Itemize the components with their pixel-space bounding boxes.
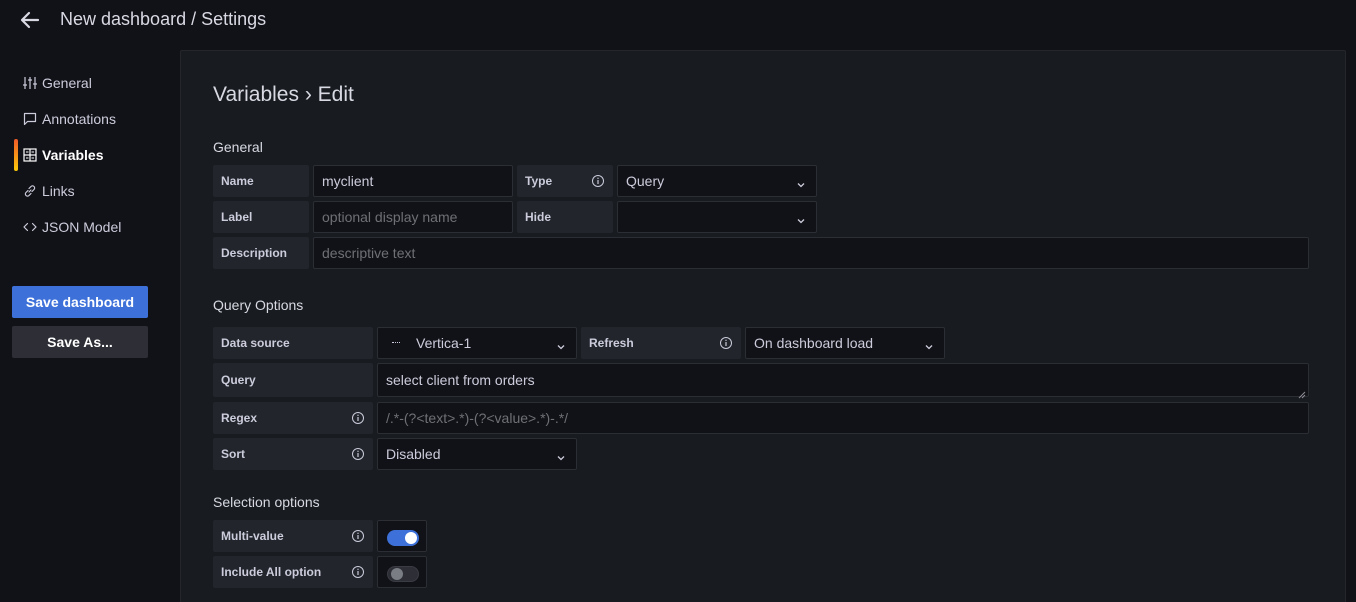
sidebar-item-label: JSON Model [42, 219, 122, 235]
include-all-label: Include All option [213, 556, 373, 588]
sidebar-item-variables[interactable]: Variables [14, 137, 154, 173]
sidebar-item-label: General [42, 75, 92, 91]
general-section-title: General [213, 139, 263, 155]
sort-select-value: Disabled [386, 446, 441, 462]
label-input[interactable]: optional display name [313, 201, 513, 233]
query-textarea[interactable]: select client from orders [377, 363, 1309, 399]
sidebar-item-json-model[interactable]: JSON Model [14, 209, 154, 245]
sidebar-item-label: Links [42, 183, 75, 199]
sort-label: Sort [213, 438, 373, 470]
info-icon[interactable] [351, 565, 365, 579]
chevron-down-icon [796, 177, 806, 188]
query-label: Query [213, 363, 373, 397]
multi-value-label: Multi-value [213, 520, 373, 552]
description-label: Description [213, 237, 309, 269]
datasource-select[interactable]: Vertica-1 [377, 327, 577, 359]
page-heading: Variables › Edit [213, 83, 354, 106]
refresh-select[interactable]: On dashboard load [745, 327, 945, 359]
sliders-icon [22, 75, 38, 91]
type-select-value: Query [626, 173, 665, 189]
selection-options-title: Selection options [213, 494, 320, 510]
back-arrow-icon[interactable] [18, 8, 42, 32]
sidebar-item-label: Variables [42, 147, 104, 163]
refresh-label-text: Refresh [589, 336, 634, 350]
toggle-knob [391, 568, 403, 580]
chevron-down-icon [556, 339, 566, 350]
refresh-select-value: On dashboard load [754, 335, 874, 351]
comment-icon [22, 111, 38, 127]
code-icon [22, 219, 38, 235]
include-all-label-text: Include All option [221, 565, 322, 579]
query-text: select client from orders [386, 372, 535, 388]
label-label: Label [213, 201, 309, 233]
type-select[interactable]: Query [617, 165, 817, 197]
save-dashboard-button[interactable]: Save dashboard [12, 286, 148, 318]
info-icon[interactable] [351, 447, 365, 461]
sidebar-item-general[interactable]: General [14, 65, 154, 101]
resize-handle-icon[interactable] [1298, 386, 1306, 399]
multi-value-label-text: Multi-value [221, 529, 284, 543]
chevron-down-icon [796, 213, 806, 224]
refresh-label: Refresh [581, 327, 741, 359]
datasource-icon [392, 342, 400, 344]
include-all-toggle[interactable] [387, 566, 419, 582]
sidebar-item-label: Annotations [42, 111, 116, 127]
toggle-knob [405, 532, 417, 544]
type-label-text: Type [525, 174, 553, 188]
page-title: New dashboard / Settings [60, 9, 267, 29]
sort-select[interactable]: Disabled [377, 438, 577, 470]
info-icon[interactable] [591, 174, 605, 188]
hide-label: Hide [517, 201, 613, 233]
type-label: Type [517, 165, 613, 197]
regex-label-text: Regex [221, 411, 258, 425]
chevron-down-icon [556, 450, 566, 461]
sort-label-text: Sort [221, 447, 245, 461]
sidebar-item-links[interactable]: Links [14, 173, 154, 209]
info-icon[interactable] [351, 411, 365, 425]
multi-value-toggle[interactable] [387, 530, 419, 546]
regex-input[interactable]: /.*-(?<text>.*)-(?<value>.*)-.*/ [377, 402, 1309, 434]
info-icon[interactable] [351, 529, 365, 543]
hide-select[interactable] [617, 201, 817, 233]
save-as-button[interactable]: Save As... [12, 326, 148, 358]
multi-value-toggle-container [377, 520, 427, 552]
datasource-select-value: Vertica-1 [416, 335, 472, 351]
info-icon[interactable] [719, 336, 733, 350]
regex-label: Regex [213, 402, 373, 434]
chevron-down-icon [924, 339, 934, 350]
link-icon [22, 183, 38, 199]
sidebar-item-annotations[interactable]: Annotations [14, 101, 154, 137]
name-input[interactable]: myclient [313, 165, 513, 197]
top-bar: New dashboard / Settings [0, 0, 1356, 40]
include-all-toggle-container [377, 556, 427, 588]
name-label: Name [213, 165, 309, 197]
query-options-title: Query Options [213, 297, 304, 313]
datasource-label: Data source [213, 327, 373, 359]
description-input[interactable]: descriptive text [313, 237, 1309, 269]
calculator-icon [22, 147, 38, 163]
